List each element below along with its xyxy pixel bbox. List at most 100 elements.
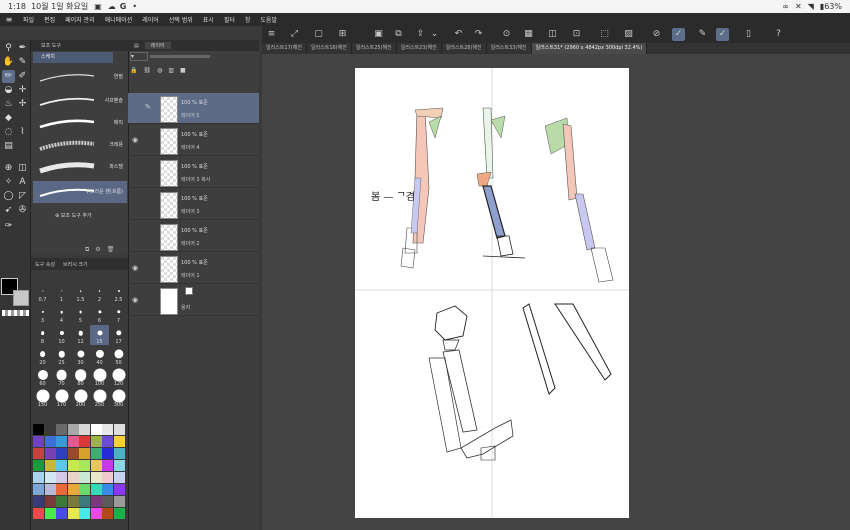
tab-tool-property[interactable]: 도구 속성 bbox=[31, 261, 59, 268]
brush-size-option[interactable]: 250 bbox=[90, 388, 109, 408]
drawing-canvas[interactable]: 봄 — ᄀ겸 bbox=[355, 68, 629, 518]
brush-icon[interactable]: ✎ bbox=[16, 56, 29, 69]
brush-size-option[interactable]: 100 bbox=[90, 367, 109, 387]
palette-color[interactable] bbox=[102, 484, 113, 495]
snap-special-icon[interactable]: ✓ bbox=[672, 28, 685, 41]
settings-icon[interactable]: ⚙ bbox=[95, 246, 106, 253]
menu-view[interactable]: 표시 bbox=[198, 15, 219, 24]
palette-color[interactable] bbox=[113, 484, 125, 495]
hand-icon[interactable]: ✋ bbox=[2, 56, 15, 69]
brush-size-option[interactable]: 1.5 bbox=[71, 283, 90, 303]
palette-color[interactable] bbox=[113, 460, 125, 471]
brush-size-option[interactable]: 170 bbox=[52, 388, 71, 408]
dropper-icon[interactable]: ✑ bbox=[2, 220, 15, 233]
palette-color[interactable] bbox=[33, 496, 44, 507]
menu-toggle-icon[interactable]: ≡ bbox=[265, 28, 278, 41]
document-tab[interactable]: 일러스트16(해진 bbox=[307, 43, 352, 54]
palette-color[interactable] bbox=[44, 424, 56, 435]
lock-icon[interactable]: 🔒 bbox=[130, 67, 143, 74]
app-menu-icon[interactable]: ≡ bbox=[0, 15, 18, 24]
undo-icon[interactable]: ↶ bbox=[452, 28, 465, 41]
layer-row[interactable]: 100 % 표준 레이어 3 bbox=[128, 189, 259, 220]
brush-item[interactable]: 샤프펜슬 bbox=[33, 90, 127, 114]
palette-color[interactable] bbox=[102, 436, 113, 447]
snap-grid-icon[interactable]: ✎ bbox=[696, 28, 709, 41]
palette-color[interactable] bbox=[102, 424, 113, 435]
palette-color[interactable] bbox=[33, 448, 44, 459]
palette-color[interactable] bbox=[113, 448, 125, 459]
palette-color[interactable] bbox=[33, 424, 44, 435]
gradient-icon[interactable]: ▤ bbox=[2, 140, 15, 153]
sub-tool-tab[interactable]: 보조 도구 bbox=[31, 40, 128, 51]
eyedropper-icon[interactable]: ⊕ bbox=[2, 162, 15, 175]
palette-color[interactable] bbox=[56, 448, 67, 459]
brush-size-option[interactable]: 2 bbox=[90, 283, 109, 303]
clip-icon[interactable]: ⛓ bbox=[143, 67, 157, 74]
document-tab[interactable]: 일러스트28(해진 bbox=[442, 43, 487, 54]
trash-icon[interactable]: 🗑 bbox=[107, 246, 121, 253]
frame-icon[interactable]: ◸ bbox=[16, 190, 29, 203]
palette-color[interactable] bbox=[79, 496, 90, 507]
palette-color[interactable] bbox=[56, 460, 67, 471]
layer-row[interactable]: ◉ 100 % 표준 레이어 4 bbox=[128, 125, 259, 156]
menu-help[interactable]: 도움말 bbox=[255, 15, 282, 24]
palette-color[interactable] bbox=[44, 448, 56, 459]
palette-color[interactable] bbox=[79, 436, 90, 447]
export-dropdown-icon[interactable]: ⌄ bbox=[428, 28, 441, 41]
menu-edit[interactable]: 편집 bbox=[39, 15, 60, 24]
redo-icon[interactable]: ↷ bbox=[472, 28, 485, 41]
brush-size-option[interactable]: 120 bbox=[109, 367, 128, 387]
text-icon[interactable]: A bbox=[16, 176, 29, 189]
palette-color[interactable] bbox=[33, 460, 44, 471]
clear-icon[interactable]: ⊙ bbox=[500, 28, 513, 41]
palette-color[interactable] bbox=[90, 460, 102, 471]
color-icon[interactable]: ■ bbox=[180, 67, 192, 74]
brush-size-option[interactable]: 150 bbox=[33, 388, 52, 408]
menu-filter[interactable]: 필터 bbox=[219, 15, 240, 24]
palette-color[interactable] bbox=[79, 448, 90, 459]
brush-size-option[interactable]: 20 bbox=[33, 346, 52, 366]
fullscreen-icon[interactable]: ⤢ bbox=[288, 28, 301, 41]
palette-color[interactable] bbox=[113, 472, 125, 483]
palette-color[interactable] bbox=[44, 496, 56, 507]
palette-color[interactable] bbox=[56, 508, 67, 519]
palette-color[interactable] bbox=[90, 436, 102, 447]
brush-item-selected[interactable]: 부드러운 펜(흐름) bbox=[33, 181, 127, 203]
brush-size-option[interactable]: 0.7 bbox=[33, 283, 52, 303]
brush-size-option[interactable]: 1 bbox=[52, 283, 71, 303]
layer-row[interactable]: 100 % 표준 레이어 2 bbox=[128, 221, 259, 252]
brush-size-option[interactable]: 30 bbox=[71, 346, 90, 366]
fill-icon[interactable]: ◒ bbox=[2, 84, 15, 97]
palette-color[interactable] bbox=[56, 436, 67, 447]
palette-color[interactable] bbox=[113, 424, 125, 435]
palette-color[interactable] bbox=[67, 448, 79, 459]
palette-color[interactable] bbox=[90, 484, 102, 495]
airbrush-icon[interactable]: ✐ bbox=[16, 70, 29, 83]
palette-color[interactable] bbox=[33, 508, 44, 519]
palette-color[interactable] bbox=[67, 496, 79, 507]
tab-layer[interactable]: 레이어 bbox=[144, 42, 171, 49]
blend-mode-select[interactable]: ▾ bbox=[130, 52, 148, 61]
palette-color[interactable] bbox=[67, 436, 79, 447]
brush-size-option[interactable]: 15 bbox=[90, 325, 109, 345]
menu-file[interactable]: 파일 bbox=[18, 15, 39, 24]
palette-color[interactable] bbox=[79, 424, 90, 435]
palette-color[interactable] bbox=[90, 424, 102, 435]
palette-color[interactable] bbox=[33, 436, 44, 447]
palette-color[interactable] bbox=[102, 496, 113, 507]
brush-item[interactable]: 매직 bbox=[33, 112, 127, 136]
palette-color[interactable] bbox=[113, 436, 125, 447]
visibility-eye-icon[interactable]: ◉ bbox=[132, 136, 142, 144]
eraser-icon[interactable]: ◆ bbox=[2, 112, 15, 125]
brush-size-option[interactable]: 25 bbox=[52, 346, 71, 366]
palette-color[interactable] bbox=[67, 424, 79, 435]
palette-color[interactable] bbox=[44, 484, 56, 495]
menu-window[interactable]: 창 bbox=[240, 15, 256, 24]
fill-outside-icon[interactable]: ▦ bbox=[522, 28, 535, 41]
add-sub-tool-button[interactable]: ⊕ 보조 도구 추가 bbox=[55, 212, 92, 219]
lasso-icon[interactable]: ◌ bbox=[2, 126, 15, 139]
operation-icon[interactable]: ➹ bbox=[2, 204, 15, 217]
palette-color[interactable] bbox=[79, 484, 90, 495]
ruler-icon[interactable]: ◫ bbox=[16, 162, 29, 175]
tab-brush-size[interactable]: 브러시 크기 bbox=[59, 261, 92, 268]
